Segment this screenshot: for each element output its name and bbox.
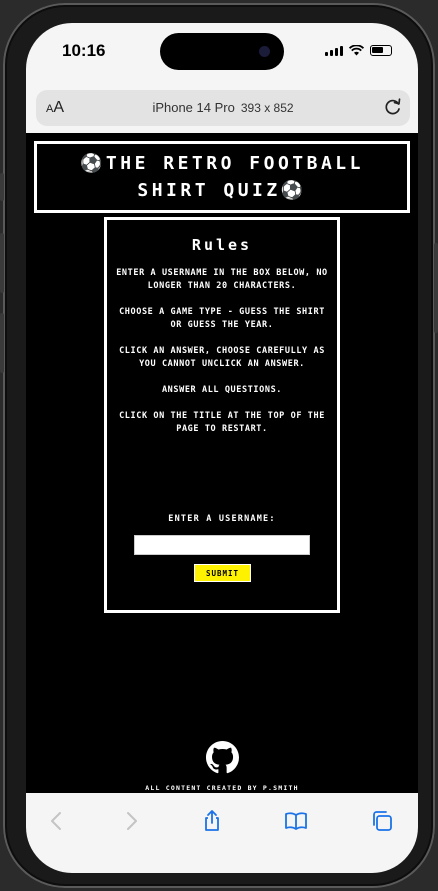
forward-icon[interactable] bbox=[119, 809, 143, 833]
status-time: 10:16 bbox=[62, 41, 106, 60]
phone-screen: 10:16 AA iPhone 14 Pro 393 x 852 ⚽THE RE… bbox=[26, 23, 418, 873]
phone-frame: 10:16 AA iPhone 14 Pro 393 x 852 ⚽THE RE… bbox=[0, 3, 438, 888]
device-label: iPhone 14 Pro 393 x 852 bbox=[36, 100, 410, 115]
reload-icon[interactable] bbox=[382, 96, 404, 118]
rule-item: Answer all questions. bbox=[161, 385, 283, 395]
status-bar: 10:16 bbox=[26, 23, 418, 85]
rules-panel: Rules Enter a username in the box below,… bbox=[104, 217, 340, 613]
back-icon[interactable] bbox=[45, 809, 69, 833]
rules-list: Enter a username in the box below, no lo… bbox=[107, 267, 337, 436]
wifi-icon bbox=[349, 45, 364, 56]
signal-icon bbox=[325, 45, 343, 56]
username-input[interactable] bbox=[134, 535, 310, 555]
device-dimensions: 393 x 852 bbox=[240, 101, 294, 115]
rule-item: Click on the title at the top of the pag… bbox=[119, 411, 325, 434]
web-page: ⚽The Retro Football Shirt Quiz⚽ Rules En… bbox=[26, 133, 418, 793]
side-button bbox=[0, 233, 4, 293]
browser-address-area: AA iPhone 14 Pro 393 x 852 bbox=[26, 85, 418, 133]
submit-button[interactable]: Submit bbox=[193, 563, 252, 583]
bookmarks-icon[interactable] bbox=[284, 809, 308, 833]
github-icon[interactable] bbox=[206, 741, 239, 774]
rule-item: Click an answer, choose carefully as you… bbox=[119, 346, 325, 369]
share-icon[interactable] bbox=[200, 809, 224, 833]
status-icons bbox=[325, 45, 392, 56]
rules-heading: Rules bbox=[191, 236, 253, 254]
footer-credit: All content created by P.Smith bbox=[145, 784, 299, 792]
battery-icon bbox=[370, 45, 392, 56]
side-button bbox=[0, 313, 4, 373]
address-bar[interactable]: AA iPhone 14 Pro 393 x 852 bbox=[36, 90, 410, 126]
username-label: Enter a username: bbox=[168, 514, 276, 524]
browser-toolbar bbox=[26, 793, 418, 873]
device-name: iPhone 14 Pro bbox=[152, 100, 235, 115]
rule-item: Enter a username in the box below, no lo… bbox=[116, 268, 328, 291]
side-button bbox=[0, 173, 4, 201]
dynamic-island bbox=[160, 33, 284, 70]
rule-item: Choose a game type - guess the shirt or … bbox=[119, 307, 325, 330]
camera-icon bbox=[259, 46, 270, 57]
tabs-icon[interactable] bbox=[370, 809, 394, 833]
page-title[interactable]: ⚽The Retro Football Shirt Quiz⚽ bbox=[37, 150, 407, 204]
title-banner[interactable]: ⚽The Retro Football Shirt Quiz⚽ bbox=[34, 141, 410, 213]
side-button bbox=[434, 243, 438, 333]
